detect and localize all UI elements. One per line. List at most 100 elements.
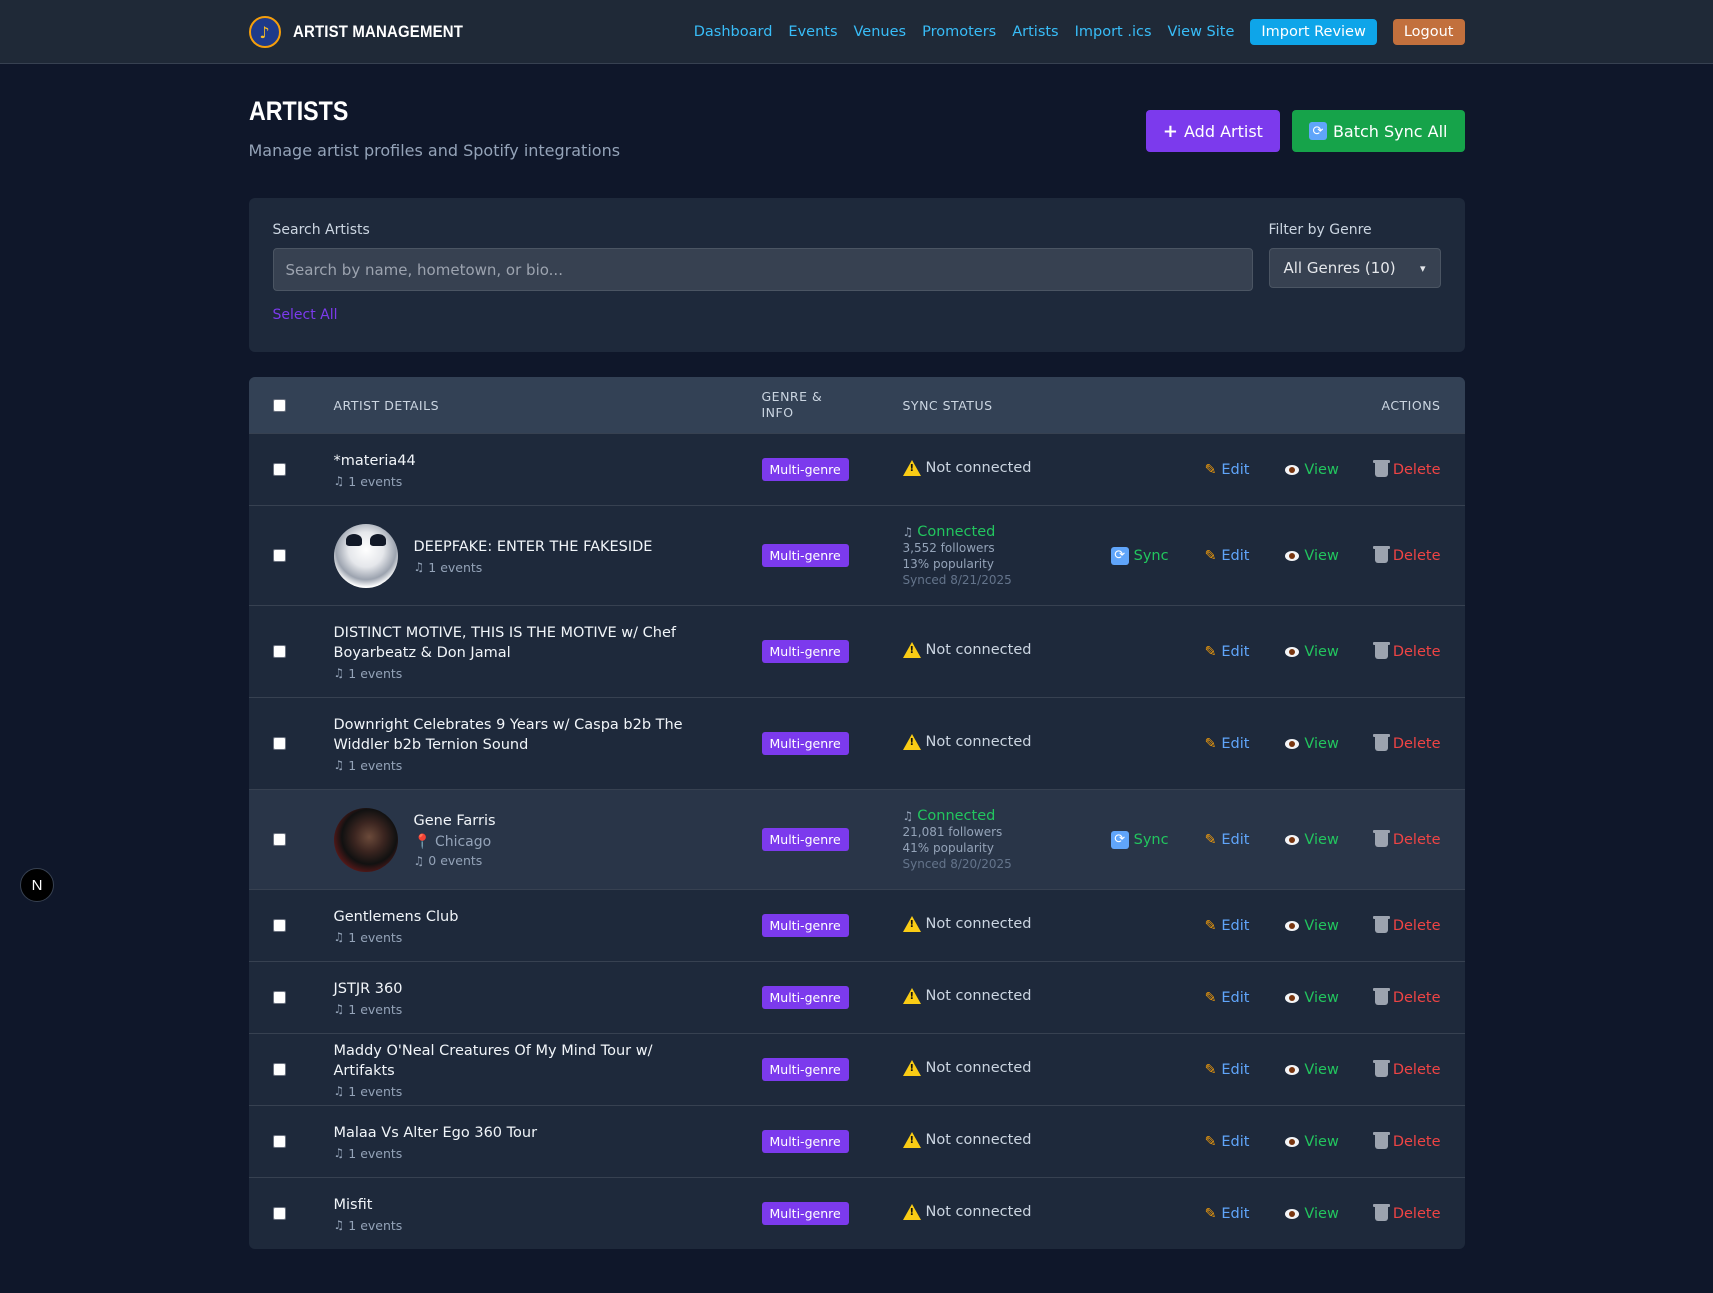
edit-button[interactable]: ✎ Edit: [1205, 1206, 1250, 1222]
chevron-down-icon: ▾: [1419, 261, 1426, 275]
trash-icon: [1372, 642, 1390, 659]
delete-button[interactable]: Delete: [1372, 642, 1441, 660]
select-all-link[interactable]: Select All: [273, 307, 338, 323]
delete-button[interactable]: Delete: [1372, 916, 1441, 934]
logout-button[interactable]: Logout: [1392, 19, 1465, 45]
edit-button[interactable]: ✎ Edit: [1205, 918, 1250, 934]
edit-label: Edit: [1221, 461, 1250, 478]
edit-button[interactable]: ✎ Edit: [1205, 548, 1250, 564]
events-count: 1 events: [348, 1083, 403, 1099]
nav-artists[interactable]: Artists: [1012, 24, 1058, 40]
row-checkbox[interactable]: [272, 645, 286, 658]
edit-button[interactable]: ✎ Edit: [1205, 1062, 1250, 1078]
edit-button[interactable]: ✎ Edit: [1205, 1134, 1250, 1150]
artist-events: ♫ 1 events: [334, 930, 459, 945]
eye-icon: [1285, 1136, 1300, 1147]
view-label: View: [1304, 1205, 1339, 1222]
edit-button[interactable]: ✎ Edit: [1205, 990, 1250, 1006]
genre-badge: Multi-genre: [761, 914, 849, 937]
view-button[interactable]: View: [1285, 736, 1339, 752]
nav-import-ics[interactable]: Import .ics: [1075, 24, 1152, 40]
row-checkbox[interactable]: [272, 833, 286, 846]
view-button[interactable]: View: [1285, 831, 1339, 848]
import-review-button[interactable]: Import Review: [1250, 19, 1377, 45]
batch-sync-label: Batch Sync All: [1332, 121, 1448, 141]
warning-icon: [902, 987, 921, 1004]
search-input[interactable]: [272, 248, 1253, 291]
view-button[interactable]: View: [1285, 1134, 1339, 1150]
nav-venues[interactable]: Venues: [854, 24, 907, 40]
events-count: 1 events: [348, 665, 403, 681]
sync-status-not-connected: Not connected: [902, 733, 1031, 750]
row-checkbox[interactable]: [272, 1135, 286, 1148]
delete-button[interactable]: Delete: [1372, 546, 1441, 564]
events-count: 1 events: [348, 1217, 403, 1233]
row-checkbox[interactable]: [272, 737, 286, 750]
delete-button[interactable]: Delete: [1372, 460, 1441, 478]
row-checkbox[interactable]: [272, 991, 286, 1004]
sync-button[interactable]: ⟳ Sync: [1110, 830, 1169, 849]
events-count: 1 events: [428, 559, 483, 575]
artist-name: Malaa Vs Alter Ego 360 Tour: [333, 1124, 538, 1141]
table-row: Maddy O'Neal Creatures Of My Mind Tour w…: [248, 1033, 1465, 1105]
brand[interactable]: ♪ ARTIST MANAGEMENT: [248, 16, 486, 48]
status-label: Not connected: [925, 641, 1032, 658]
sync-status-not-connected: Not connected: [902, 915, 1031, 932]
nav-events[interactable]: Events: [788, 24, 837, 40]
edit-button[interactable]: ✎ Edit: [1205, 736, 1250, 752]
edit-button[interactable]: ✎ Edit: [1205, 644, 1250, 660]
events-count: 1 events: [348, 473, 403, 489]
genre-badge: Multi-genre: [761, 640, 849, 663]
music-note-icon: ♫: [902, 524, 914, 539]
column-sync-status: SYNC STATUS: [902, 397, 993, 413]
view-label: View: [1304, 917, 1339, 934]
row-checkbox[interactable]: [272, 1063, 286, 1076]
edit-button[interactable]: ✎ Edit: [1205, 462, 1250, 478]
trash-icon: [1372, 916, 1390, 933]
edit-label: Edit: [1221, 831, 1250, 848]
delete-button[interactable]: Delete: [1372, 988, 1441, 1006]
view-button[interactable]: View: [1285, 462, 1339, 478]
view-button[interactable]: View: [1285, 917, 1339, 934]
events-count: 1 events: [348, 929, 403, 945]
music-note-icon: ♫: [902, 808, 914, 823]
view-button[interactable]: View: [1285, 548, 1339, 564]
delete-button[interactable]: Delete: [1372, 1132, 1441, 1150]
table-row: Downright Celebrates 9 Years w/ Caspa b2…: [248, 697, 1465, 789]
view-label: View: [1304, 643, 1339, 660]
warning-icon: [902, 1203, 921, 1220]
row-checkbox[interactable]: [272, 1207, 286, 1220]
select-all-checkbox[interactable]: [272, 398, 286, 412]
eye-icon: [1285, 834, 1300, 845]
nav-dashboard[interactable]: Dashboard: [694, 24, 773, 40]
nav-promoters[interactable]: Promoters: [922, 24, 996, 40]
view-button[interactable]: View: [1285, 1062, 1339, 1078]
status-label: Not connected: [925, 987, 1032, 1004]
music-note-icon: ♫: [413, 853, 425, 868]
pencil-icon: ✎: [1204, 1205, 1217, 1222]
edit-button[interactable]: ✎ Edit: [1205, 832, 1250, 848]
view-button[interactable]: View: [1285, 990, 1339, 1006]
sync-button[interactable]: ⟳ Sync: [1110, 546, 1169, 565]
edit-label: Edit: [1221, 735, 1250, 752]
row-checkbox[interactable]: [272, 463, 286, 476]
table-row: Gene Farris 📍 Chicago ♫ 0 events Multi-gen…: [248, 789, 1465, 889]
floating-n-badge[interactable]: N: [20, 868, 54, 902]
view-label: View: [1304, 831, 1339, 848]
eye-icon: [1285, 992, 1300, 1003]
music-note-icon: ♫: [333, 758, 345, 772]
view-button[interactable]: View: [1285, 1205, 1339, 1222]
nav-view-site[interactable]: View Site: [1168, 24, 1235, 40]
add-artist-button[interactable]: + Add Artist: [1145, 110, 1280, 152]
delete-button[interactable]: Delete: [1372, 1060, 1441, 1078]
genre-filter-select[interactable]: All Genres (10) ▾: [1268, 248, 1441, 288]
row-checkbox[interactable]: [272, 549, 286, 562]
view-button[interactable]: View: [1285, 643, 1339, 660]
row-checkbox[interactable]: [272, 919, 286, 932]
pencil-icon: ✎: [1204, 547, 1217, 564]
batch-sync-all-button[interactable]: ⟳ Batch Sync All: [1291, 110, 1465, 152]
edit-label: Edit: [1221, 1205, 1250, 1222]
delete-button[interactable]: Delete: [1372, 830, 1441, 848]
delete-button[interactable]: Delete: [1372, 1204, 1441, 1222]
delete-button[interactable]: Delete: [1372, 734, 1441, 752]
